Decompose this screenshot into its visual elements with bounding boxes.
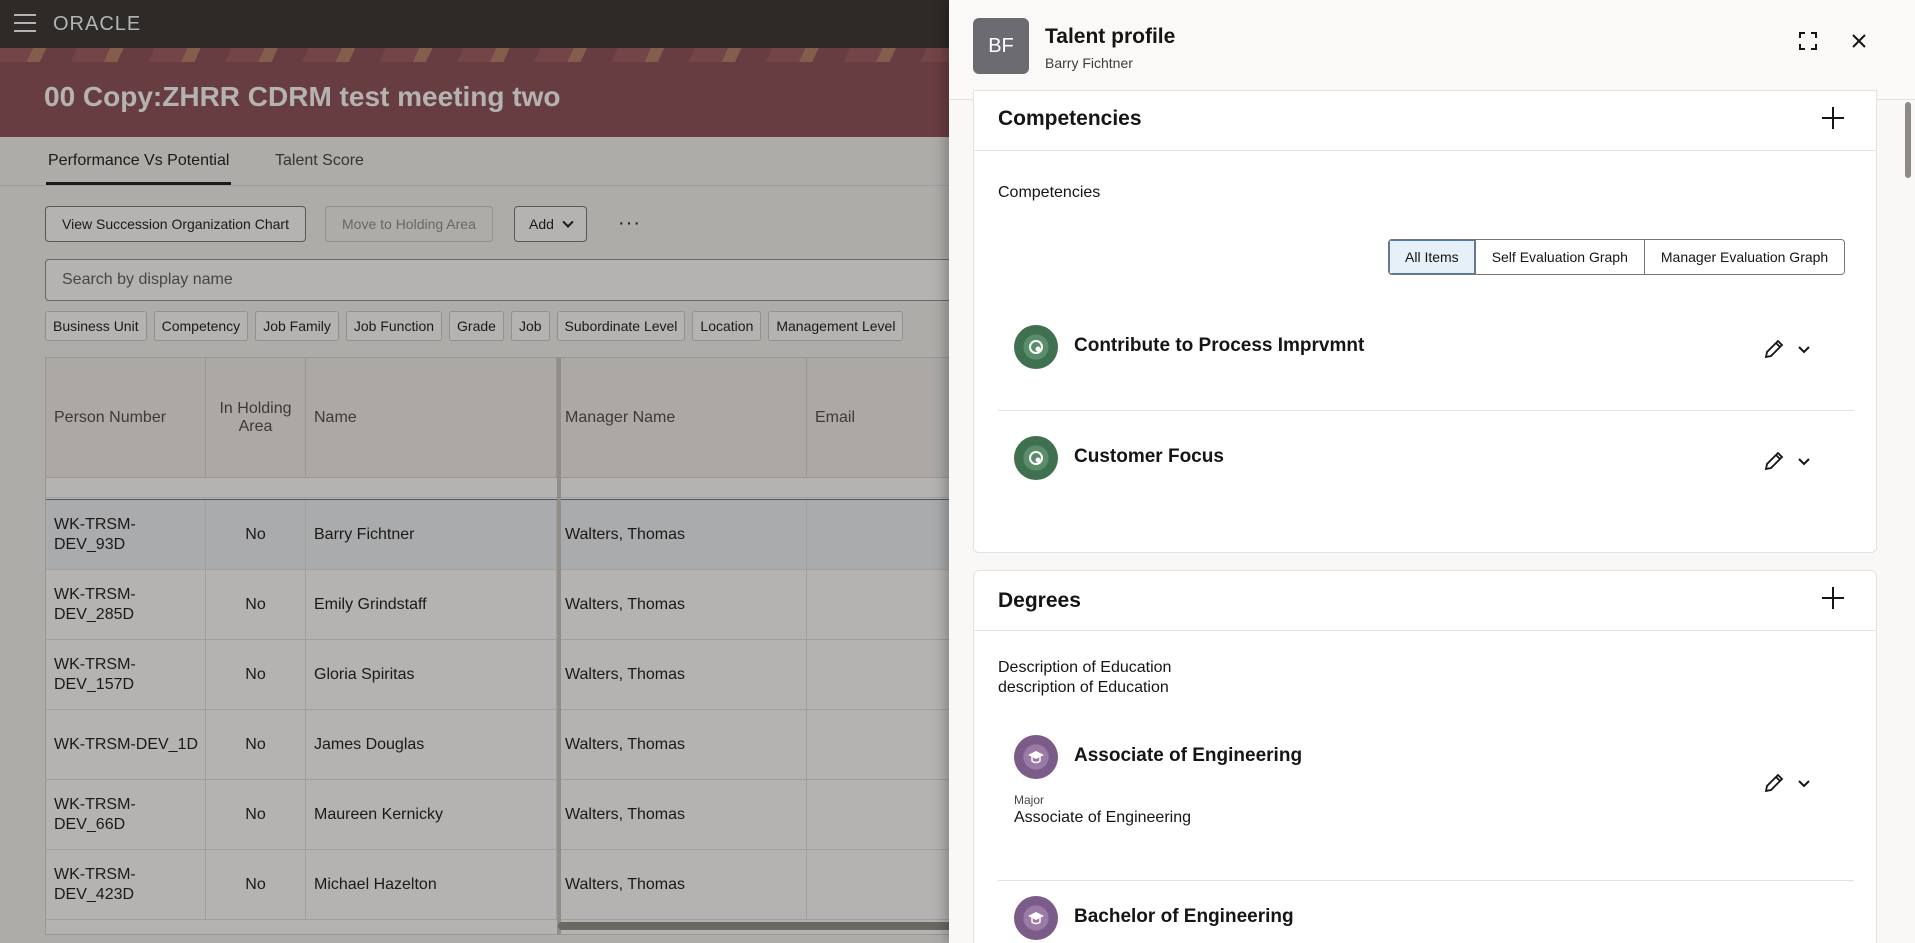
major-value: Associate of Engineering	[1014, 809, 1191, 826]
degrees-title: Degrees	[998, 589, 1081, 612]
degrees-header: Degrees	[974, 571, 1876, 631]
view-all-items[interactable]: All Items	[1389, 240, 1476, 274]
competency-title[interactable]: Contribute to Process Imprvmnt	[1074, 335, 1364, 357]
competencies-description: Competencies	[998, 184, 1101, 201]
chevron-down-icon[interactable]	[1794, 773, 1814, 793]
chevron-down-icon[interactable]	[1794, 339, 1814, 359]
vertical-scrollbar[interactable]	[1905, 102, 1911, 178]
competencies-card: Competencies Competencies All Items Self…	[973, 90, 1877, 553]
avatar: BF	[973, 18, 1029, 74]
competency-icon	[1014, 436, 1058, 480]
add-degree-icon[interactable]	[1820, 585, 1846, 611]
graduation-cap-icon	[1014, 896, 1058, 940]
view-switcher: All Items Self Evaluation Graph Manager …	[1388, 239, 1846, 275]
degree-item: Bachelor of Engineering	[998, 896, 1854, 943]
modal-scrim[interactable]	[0, 0, 949, 943]
competency-item: Customer Focus	[998, 411, 1854, 521]
drawer-subtitle: Barry Fichtner	[1045, 55, 1133, 71]
degrees-description-line1: Description of Education	[998, 659, 1172, 676]
graduation-cap-icon	[1014, 735, 1058, 779]
talent-profile-drawer: BF Talent profile Barry Fichtner Compete…	[949, 0, 1915, 943]
view-manager-evaluation-graph[interactable]: Manager Evaluation Graph	[1644, 240, 1845, 274]
view-self-evaluation-graph[interactable]: Self Evaluation Graph	[1475, 240, 1645, 274]
degrees-description-line2: description of Education	[998, 679, 1169, 696]
add-competency-icon[interactable]	[1820, 105, 1846, 131]
edit-icon[interactable]	[1762, 449, 1786, 473]
drawer-header: BF Talent profile Barry Fichtner	[949, 0, 1915, 100]
divider	[998, 880, 1854, 881]
expand-icon[interactable]	[1792, 25, 1824, 57]
competencies-header: Competencies	[974, 91, 1876, 151]
degree-title[interactable]: Bachelor of Engineering	[1074, 906, 1294, 928]
edit-icon[interactable]	[1762, 771, 1786, 795]
degree-item: Associate of Engineering Major Associate…	[998, 731, 1854, 881]
chevron-down-icon[interactable]	[1794, 451, 1814, 471]
major-label: Major	[1014, 793, 1045, 807]
degrees-card: Degrees Description of Education descrip…	[973, 570, 1877, 943]
edit-icon[interactable]	[1762, 337, 1786, 361]
competency-title[interactable]: Customer Focus	[1074, 446, 1224, 468]
competencies-title: Competencies	[998, 107, 1142, 130]
close-icon[interactable]	[1843, 25, 1875, 57]
competency-icon	[1014, 325, 1058, 369]
drawer-title: Talent profile	[1045, 25, 1176, 48]
degree-title[interactable]: Associate of Engineering	[1074, 745, 1302, 767]
competency-item: Contribute to Process Imprvmnt	[998, 301, 1854, 411]
